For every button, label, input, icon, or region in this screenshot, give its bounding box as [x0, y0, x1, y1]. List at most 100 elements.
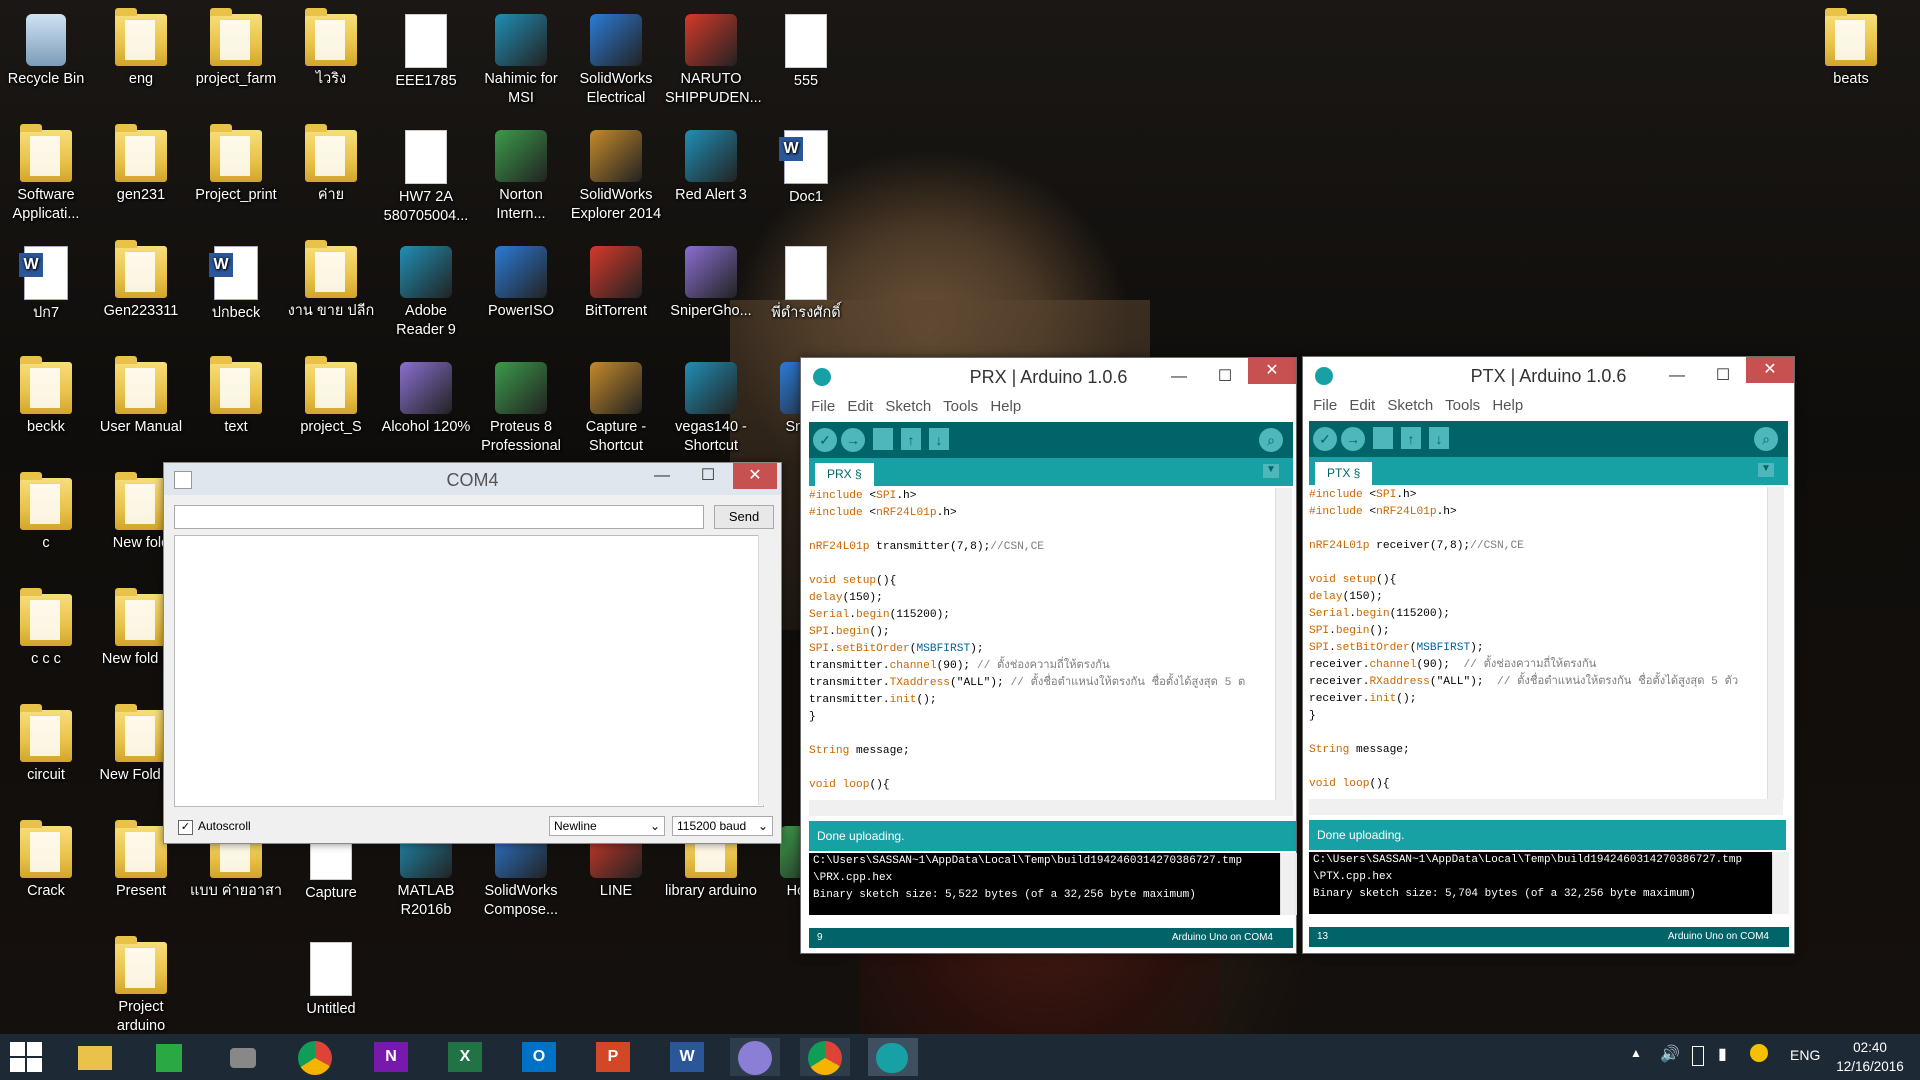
battery-icon[interactable] — [1692, 1046, 1704, 1066]
desktop-icon-hw7-2a-580705004[interactable]: HW7 2A 580705004... — [380, 124, 472, 226]
maximize-button[interactable]: ☐ — [685, 463, 731, 489]
volume-icon[interactable]: 🔊 — [1660, 1044, 1680, 1064]
desktop-icon-red-alert-3[interactable]: Red Alert 3 — [665, 124, 757, 205]
serial-monitor-icon[interactable]: ⌕ — [1259, 428, 1283, 452]
code-line[interactable]: SPI.setBitOrder(MSBFIRST); — [809, 641, 1275, 658]
code-line[interactable] — [809, 556, 1275, 573]
code-line[interactable]: void setup(){ — [809, 573, 1275, 590]
ptx-editor-hscroll[interactable] — [1309, 799, 1783, 815]
desktop-icon-project-print[interactable]: Project_print — [190, 124, 282, 205]
code-line[interactable] — [1309, 555, 1767, 572]
code-line[interactable]: void setup(){ — [1309, 572, 1767, 589]
arduino-taskbar-icon[interactable] — [868, 1038, 918, 1076]
menu-tools[interactable]: Tools — [1445, 397, 1480, 414]
desktop-icon-eng[interactable]: eng — [95, 8, 187, 89]
code-line[interactable] — [1309, 521, 1767, 538]
line-ending-select[interactable]: Newline ⌄ — [549, 816, 665, 836]
desktop-icon-text[interactable]: text — [190, 356, 282, 437]
desktop-icon-alcohol-120[interactable]: Alcohol 120% — [380, 356, 472, 437]
outlook-icon[interactable]: O — [514, 1038, 564, 1076]
desktop-icon-beckk[interactable]: beckk — [0, 356, 92, 437]
code-line[interactable]: delay(150); — [1309, 589, 1767, 606]
bittorrent-icon[interactable] — [730, 1038, 780, 1076]
language-indicator[interactable]: ENG — [1790, 1047, 1820, 1063]
desktop-icon-gen231[interactable]: gen231 — [95, 124, 187, 205]
code-line[interactable]: transmitter.init(); — [809, 692, 1275, 709]
close-button[interactable]: ✕ — [733, 463, 777, 489]
menu-help[interactable]: Help — [990, 398, 1021, 415]
menu-file[interactable]: File — [811, 398, 835, 415]
serial-input[interactable] — [174, 505, 704, 529]
code-line[interactable]: SPI.begin(); — [809, 624, 1275, 641]
menu-file[interactable]: File — [1313, 397, 1337, 414]
desktop-icon-software-applicati[interactable]: Software Applicati... — [0, 124, 92, 224]
desktop-icon-project-arduino[interactable]: Project arduino — [95, 936, 187, 1036]
serial-output-scrollbar[interactable] — [758, 535, 775, 805]
code-line[interactable]: receiver.init(); — [1309, 691, 1767, 708]
prx-editor-vscroll[interactable] — [1275, 488, 1292, 800]
code-line[interactable]: nRF24L01p transmitter(7,8);//CSN,CE — [809, 539, 1275, 556]
powerpoint-icon[interactable]: P — [588, 1038, 638, 1076]
menu-help[interactable]: Help — [1492, 397, 1523, 414]
desktop-icon-item[interactable]: ค่าย — [285, 124, 377, 205]
chrome-icon[interactable] — [292, 1038, 342, 1076]
verify-icon[interactable]: ✓ — [813, 428, 837, 452]
code-line[interactable] — [1309, 725, 1767, 742]
code-line[interactable] — [809, 760, 1275, 777]
prx-console-scrollbar[interactable] — [1280, 853, 1297, 915]
close-button[interactable]: ✕ — [1248, 358, 1296, 384]
code-line[interactable]: #include <nRF24L01p.h> — [1309, 504, 1767, 521]
code-line[interactable]: } — [1309, 708, 1767, 725]
start-button[interactable] — [10, 1042, 44, 1072]
save-icon[interactable]: ↓ — [929, 428, 949, 450]
ptx-code-editor[interactable]: #include <SPI.h> #include <nRF24L01p.h> n… — [1309, 487, 1767, 799]
chrome-icon[interactable] — [800, 1038, 850, 1076]
desktop-icon-item[interactable]: งาน ขาย ปลีก — [285, 240, 377, 321]
desktop-icon-capture-shortcut[interactable]: Capture - Shortcut — [570, 356, 662, 456]
network-icon[interactable]: ▮ — [1718, 1044, 1727, 1064]
code-line[interactable]: void loop(){ — [809, 777, 1275, 794]
serial-monitor-icon[interactable]: ⌕ — [1754, 427, 1778, 451]
desktop-icon-eee1785[interactable]: EEE1785 — [380, 8, 472, 91]
store-icon[interactable] — [144, 1038, 194, 1076]
desktop-icon-item[interactable]: ไวริง — [285, 8, 377, 89]
code-line[interactable]: receiver.RXaddress("ALL"); // ตั้งชื่อตำ… — [1309, 674, 1767, 691]
code-line[interactable]: transmitter.TXaddress("ALL"); // ตั้งชื่… — [809, 675, 1275, 692]
desktop-icon-adobe-reader-9[interactable]: Adobe Reader 9 — [380, 240, 472, 340]
code-line[interactable]: void loop(){ — [1309, 776, 1767, 793]
code-line[interactable]: SPI.begin(); — [1309, 623, 1767, 640]
send-button[interactable]: Send — [714, 505, 774, 529]
code-line[interactable] — [809, 522, 1275, 539]
norton-tray-icon[interactable] — [1750, 1044, 1768, 1062]
desktop-icon-gen223311[interactable]: Gen223311 — [95, 240, 187, 321]
menu-sketch[interactable]: Sketch — [885, 398, 931, 415]
desktop-icon-untitled[interactable]: Untitled — [285, 936, 377, 1019]
upload-icon[interactable]: → — [841, 428, 865, 452]
desktop-icon-beck[interactable]: ปกbeck — [190, 240, 282, 323]
desktop-icon-solidworks-explorer-2014[interactable]: SolidWorks Explorer 2014 — [570, 124, 662, 224]
desktop-icon-7[interactable]: ปก7 — [0, 240, 92, 323]
minimize-button[interactable]: — — [1156, 364, 1202, 390]
desktop-icon-c-c-c[interactable]: c c c — [0, 588, 92, 669]
menu-tools[interactable]: Tools — [943, 398, 978, 415]
code-line[interactable]: receiver.channel(90); // ตั้งช่องความถี่… — [1309, 657, 1767, 674]
task-view-icon[interactable] — [218, 1038, 268, 1076]
desktop-icon-c[interactable]: c — [0, 472, 92, 553]
code-line[interactable]: #include <SPI.h> — [809, 488, 1275, 505]
menu-edit[interactable]: Edit — [847, 398, 873, 415]
desktop-icon-nahimic-for-msi[interactable]: Nahimic for MSI — [475, 8, 567, 108]
menu-edit[interactable]: Edit — [1349, 397, 1375, 414]
desktop-icon-project-farm[interactable]: project_farm — [190, 8, 282, 89]
desktop-icon-crack[interactable]: Crack — [0, 820, 92, 901]
new-icon[interactable] — [873, 428, 893, 450]
code-line[interactable] — [809, 726, 1275, 743]
onenote-icon[interactable]: N — [366, 1038, 416, 1076]
code-line[interactable] — [1309, 759, 1767, 776]
code-line[interactable]: SPI.setBitOrder(MSBFIRST); — [1309, 640, 1767, 657]
tab-menu-icon[interactable]: ▼ — [1263, 464, 1279, 478]
code-line[interactable]: String message; — [809, 743, 1275, 760]
ptx-console-scrollbar[interactable] — [1772, 852, 1789, 914]
close-button[interactable]: ✕ — [1746, 357, 1794, 383]
desktop-icon-vegas140-shortcut[interactable]: vegas140 - Shortcut — [665, 356, 757, 456]
word-icon[interactable]: W — [662, 1038, 712, 1076]
